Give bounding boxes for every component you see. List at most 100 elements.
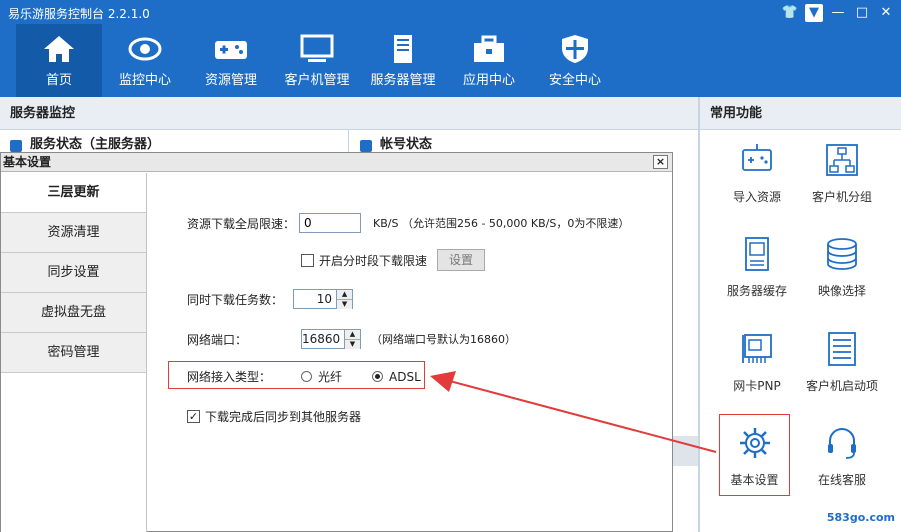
func-client-groups[interactable]: 客户机分组 [806, 132, 878, 214]
stepper-down-icon[interactable]: ▼ [337, 300, 353, 309]
shield-icon [562, 35, 588, 63]
top-bar: 易乐游服务控制台 2.2.1.0 👕 ▼ — □ ✕ 首页 监控中心 资源管理 … [0, 0, 901, 97]
nav-clients[interactable]: 客户机管理 [274, 24, 360, 97]
port-stepper[interactable]: 16860 ▲ ▼ [301, 329, 361, 349]
main-nav: 首页 监控中心 资源管理 客户机管理 服务器管理 应用中心 安全中心 [16, 24, 618, 97]
nav-label: 服务器管理 [370, 73, 436, 88]
side-tab-sync-settings[interactable]: 同步设置 [1, 253, 146, 293]
nav-label: 安全中心 [548, 73, 601, 88]
func-basic-settings[interactable]: 基本设置 [719, 414, 790, 496]
speed-limit-row: 资源下载全局限速： KB/S （允许范围256 - 50,000 KB/S，0为… [187, 213, 629, 233]
func-label: 基本设置 [730, 473, 779, 487]
nav-security[interactable]: 安全中心 [532, 24, 618, 97]
stepper-down-icon[interactable]: ▼ [345, 340, 360, 349]
status-icon [360, 140, 372, 152]
func-label: 客户机启动项 [806, 379, 879, 393]
port-hint: （网络端口号默认为16860） [371, 333, 516, 346]
shirt-icon[interactable]: 👕 [781, 4, 799, 22]
import-icon [742, 144, 772, 171]
eye-icon [128, 37, 162, 61]
port-value[interactable]: 16860 [301, 329, 345, 349]
toolbox-icon [474, 35, 504, 62]
speed-limit-hint: KB/S （允许范围256 - 50,000 KB/S，0为不限速） [373, 217, 630, 230]
status-icon [10, 140, 22, 152]
nav-apps[interactable]: 应用中心 [446, 24, 532, 97]
nav-label: 客户机管理 [284, 73, 350, 88]
dialog-title: 基本设置 [3, 155, 52, 169]
side-tab-three-layer-update[interactable]: 三层更新 [1, 173, 146, 213]
monitor-icon [300, 34, 334, 62]
func-server-cache[interactable]: 服务器缓存 [721, 226, 793, 308]
functions-header: 常用功能 [700, 97, 901, 130]
server-icon [394, 35, 412, 63]
disk-stack-icon [827, 238, 857, 270]
minimize-icon[interactable]: — [829, 4, 847, 22]
group-icon [826, 144, 858, 176]
maximize-icon[interactable]: □ [853, 4, 871, 22]
port-stepper-buttons[interactable]: ▲ ▼ [345, 329, 361, 349]
tasks-stepper-buttons[interactable]: ▲ ▼ [337, 289, 354, 309]
timed-limit-checkbox[interactable] [301, 253, 314, 267]
timed-limit-label: 开启分时段下载限速 [319, 253, 428, 268]
func-label: 服务器缓存 [726, 284, 787, 298]
tasks-row: 同时下载任务数： 10 ▲ ▼ [187, 289, 363, 309]
stepper-up-icon[interactable]: ▲ [345, 330, 360, 340]
gear-icon [739, 428, 770, 458]
sync-label: 下载完成后同步到其他服务器 [205, 410, 362, 424]
nav-label: 资源管理 [204, 73, 257, 88]
sync-checkbox[interactable]: ✓ [187, 410, 200, 423]
window-controls: 👕 ▼ — □ ✕ [781, 4, 895, 22]
tasks-value[interactable]: 10 [293, 289, 338, 309]
server-monitor-header: 服务器监控 [0, 97, 698, 130]
speed-limit-label: 资源下载全局限速： [187, 216, 296, 231]
func-label: 在线客服 [817, 473, 866, 487]
nav-home[interactable]: 首页 [16, 24, 102, 97]
watermark: 583go.com [826, 511, 895, 524]
dialog-sidebar: 三层更新 资源清理 同步设置 虚拟盘无盘 密码管理 [1, 173, 147, 532]
status-divider [348, 130, 349, 152]
func-label: 映像选择 [817, 284, 866, 298]
account-status-label: 帐号状态 [380, 137, 433, 152]
sync-row: ✓ 下载完成后同步到其他服务器 [187, 408, 361, 425]
func-nic-pnp[interactable]: 网卡PNP [721, 321, 793, 403]
set-button[interactable]: 设置 [437, 249, 486, 271]
func-online-support[interactable]: 在线客服 [806, 415, 878, 497]
close-icon[interactable]: ✕ [877, 4, 895, 22]
speed-limit-input[interactable] [299, 213, 362, 233]
dialog-close-button[interactable]: × [653, 155, 668, 169]
settings-form: 资源下载全局限速： KB/S （允许范围256 - 50,000 KB/S，0为… [147, 173, 672, 531]
net-type-highlight [168, 361, 425, 389]
background-panel [672, 436, 698, 466]
app-title: 易乐游服务控制台 2.2.1.0 [8, 7, 150, 21]
nav-label: 监控中心 [118, 73, 171, 88]
nav-label: 应用中心 [462, 73, 515, 88]
nav-label: 首页 [45, 73, 72, 88]
side-tab-password[interactable]: 密码管理 [1, 333, 146, 373]
func-import-resources[interactable]: 导入资源 [721, 132, 793, 214]
dialog-title-bar: 基本设置 × [1, 153, 672, 172]
service-status-label: 服务状态（主服务器） [30, 137, 161, 152]
service-status-title: 服务状态（主服务器） [10, 130, 160, 152]
nic-icon [742, 334, 772, 363]
func-image-select[interactable]: 映像选择 [806, 226, 878, 308]
nav-monitor[interactable]: 监控中心 [102, 24, 188, 97]
gamepad-icon [215, 41, 247, 59]
tasks-label: 同时下载任务数： [187, 292, 284, 307]
timed-limit-row: 开启分时段下载限速 设置 [301, 249, 486, 271]
stepper-up-icon[interactable]: ▲ [337, 290, 353, 300]
cache-icon [745, 237, 769, 271]
func-label: 客户机分组 [811, 190, 872, 204]
basic-settings-dialog: 基本设置 × 三层更新 资源清理 同步设置 虚拟盘无盘 密码管理 资源下载全局限… [0, 152, 673, 532]
nav-resources[interactable]: 资源管理 [188, 24, 274, 97]
side-tab-virtual-disk[interactable]: 虚拟盘无盘 [1, 293, 146, 333]
func-label: 网卡PNP [733, 379, 781, 393]
home-icon [44, 36, 74, 62]
tasks-stepper[interactable]: 10 ▲ ▼ [293, 289, 354, 309]
side-tab-resource-cleanup[interactable]: 资源清理 [1, 213, 146, 253]
func-label: 导入资源 [732, 190, 781, 204]
dropdown-icon[interactable]: ▼ [805, 4, 823, 22]
list-icon [828, 332, 856, 366]
func-client-startup[interactable]: 客户机启动项 [806, 321, 878, 403]
account-status-title: 帐号状态 [360, 130, 432, 152]
nav-servers[interactable]: 服务器管理 [360, 24, 446, 97]
